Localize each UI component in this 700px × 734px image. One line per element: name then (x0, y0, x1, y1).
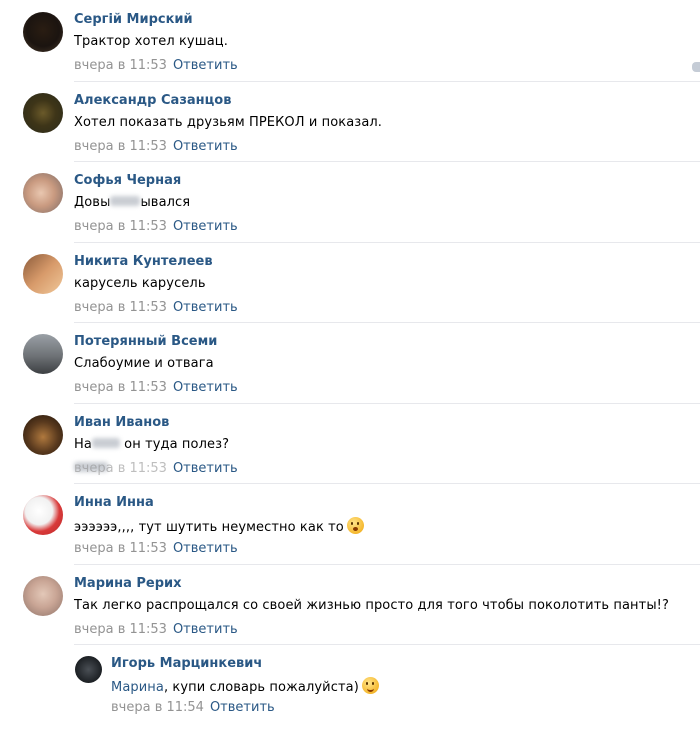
comment-meta: вчера в 11:54 Ответить (111, 700, 275, 715)
comment-text: Так легко распрощался со своей жизнью пр… (74, 597, 669, 613)
comment: Александр Сазанцов Хотел показать друзья… (0, 80, 700, 162)
comment-text: карусель карусель (74, 275, 206, 291)
mention-link[interactable]: Марина (111, 680, 164, 695)
comment-author[interactable]: Потерянный Всеми (74, 334, 217, 349)
comment-text: Трактор хотел кушац. (74, 34, 228, 49)
comment-meta: вчера в 11:53 Ответить (74, 380, 238, 395)
comment-meta: вчера в 11:53 Ответить (74, 300, 238, 315)
blurred-text (91, 437, 120, 448)
comment-text: ээээээ,,,, тут шутить неуместно как то (74, 517, 364, 535)
reply-button[interactable]: Ответить (173, 300, 238, 315)
comment-meta: вчера в 11:53 Ответить (74, 58, 238, 73)
comment-author[interactable]: Сергій Мирский (74, 12, 193, 27)
comment-author[interactable]: Игорь Марцинкевич (111, 656, 262, 671)
comment-text: Хотел показать друзьям ПРЕКОЛ и показал. (74, 114, 383, 130)
comment: Софья Черная Довы ывался вчера в 11:53 Отв… (0, 161, 700, 242)
reply-button[interactable]: Ответить (173, 622, 238, 637)
comment-time[interactable]: вчера в 11:54 (111, 700, 204, 715)
reply-button[interactable]: Ответить (173, 139, 238, 154)
comment-time[interactable]: вчера в 11:53 (74, 622, 167, 637)
nested-reply: Игорь Марцинкевич Марина, купи словарь п… (0, 644, 700, 734)
comment-text-start: На (74, 436, 92, 452)
avatar[interactable] (75, 656, 102, 683)
avatar[interactable] (23, 253, 63, 294)
comment-text-start: Довы (74, 195, 111, 210)
comment: Иван Иванов На он туда полез? вчера в 11… (0, 402, 700, 484)
avatar[interactable] (23, 334, 63, 374)
avatar[interactable] (23, 12, 63, 52)
comment-time[interactable]: вчера в 11:53 (74, 380, 167, 395)
comment: Инна Инна ээээээ,,,, тут шутить неуместн… (0, 483, 700, 564)
comment-meta: вчера в 11:53 Ответить (74, 139, 238, 154)
comment-meta: вчера в 11:53 Ответить (74, 622, 238, 637)
astonished-emoji-icon (346, 517, 364, 534)
comment-text-end: он туда полез? (119, 436, 230, 452)
comment: Марина Рерих Так легко распрощался со св… (0, 563, 700, 645)
comment-meta: вчера в 11:53 Ответить (74, 461, 238, 476)
comment-time[interactable]: вчера в 11:53 (74, 541, 167, 556)
comment-text: Марина, купи словарь пожалуйста) (111, 677, 379, 695)
comment-author[interactable]: Иван Иванов (74, 415, 169, 430)
reply-button[interactable]: Ответить (173, 380, 238, 395)
comment-text-content: ээээээ,,,, тут шутить неуместно как то (74, 520, 344, 535)
comments-list: Сергій Мирский Трактор хотел кушац. вчер… (0, 0, 700, 734)
reply-button[interactable]: Ответить (173, 219, 238, 234)
comment-time[interactable]: вчера в 11:53 (74, 219, 167, 234)
comment-author[interactable]: Инна Инна (74, 495, 154, 510)
comment-text: Довы ывался (74, 195, 190, 210)
avatar[interactable] (23, 92, 63, 133)
comment: Сергій Мирский Трактор хотел кушац. вчер… (0, 0, 700, 81)
comment-time[interactable]: вчера в 11:53 (74, 461, 167, 476)
comment-text-end: ывался (140, 195, 191, 210)
comment-meta: вчера в 11:53 Ответить (74, 219, 238, 234)
comment-author[interactable]: Александр Сазанцов (74, 93, 231, 108)
comment: Никита Кунтелеев карусель карусель вчера… (0, 241, 700, 323)
comment-text-content: , купи словарь пожалуйста) (163, 680, 359, 695)
comment-time[interactable]: вчера в 11:53 (74, 300, 167, 315)
scrollbar-thumb[interactable] (692, 62, 700, 72)
reply-button[interactable]: Ответить (173, 541, 238, 556)
comment-text: Слабоумие и отвага (74, 356, 214, 371)
comment-author[interactable]: Софья Черная (74, 173, 181, 188)
reply-button[interactable]: Ответить (210, 700, 275, 715)
comment: Потерянный Всеми Слабоумие и отвага вчер… (0, 322, 700, 403)
wink-emoji-icon (361, 677, 379, 694)
avatar[interactable] (23, 173, 63, 213)
avatar[interactable] (23, 575, 63, 616)
blurred-text (110, 196, 141, 206)
comment-time[interactable]: вчера в 11:53 (74, 139, 167, 154)
comment-author[interactable]: Никита Кунтелеев (74, 254, 213, 269)
reply-button[interactable]: Ответить (173, 461, 238, 476)
comment-meta: вчера в 11:53 Ответить (74, 541, 238, 556)
comment-author[interactable]: Марина Рерих (74, 576, 182, 591)
avatar[interactable] (23, 495, 63, 535)
reply-button[interactable]: Ответить (173, 58, 238, 73)
comment-time[interactable]: вчера в 11:53 (74, 58, 167, 73)
avatar[interactable] (23, 414, 63, 455)
comment-text: На он туда полез? (74, 437, 229, 452)
